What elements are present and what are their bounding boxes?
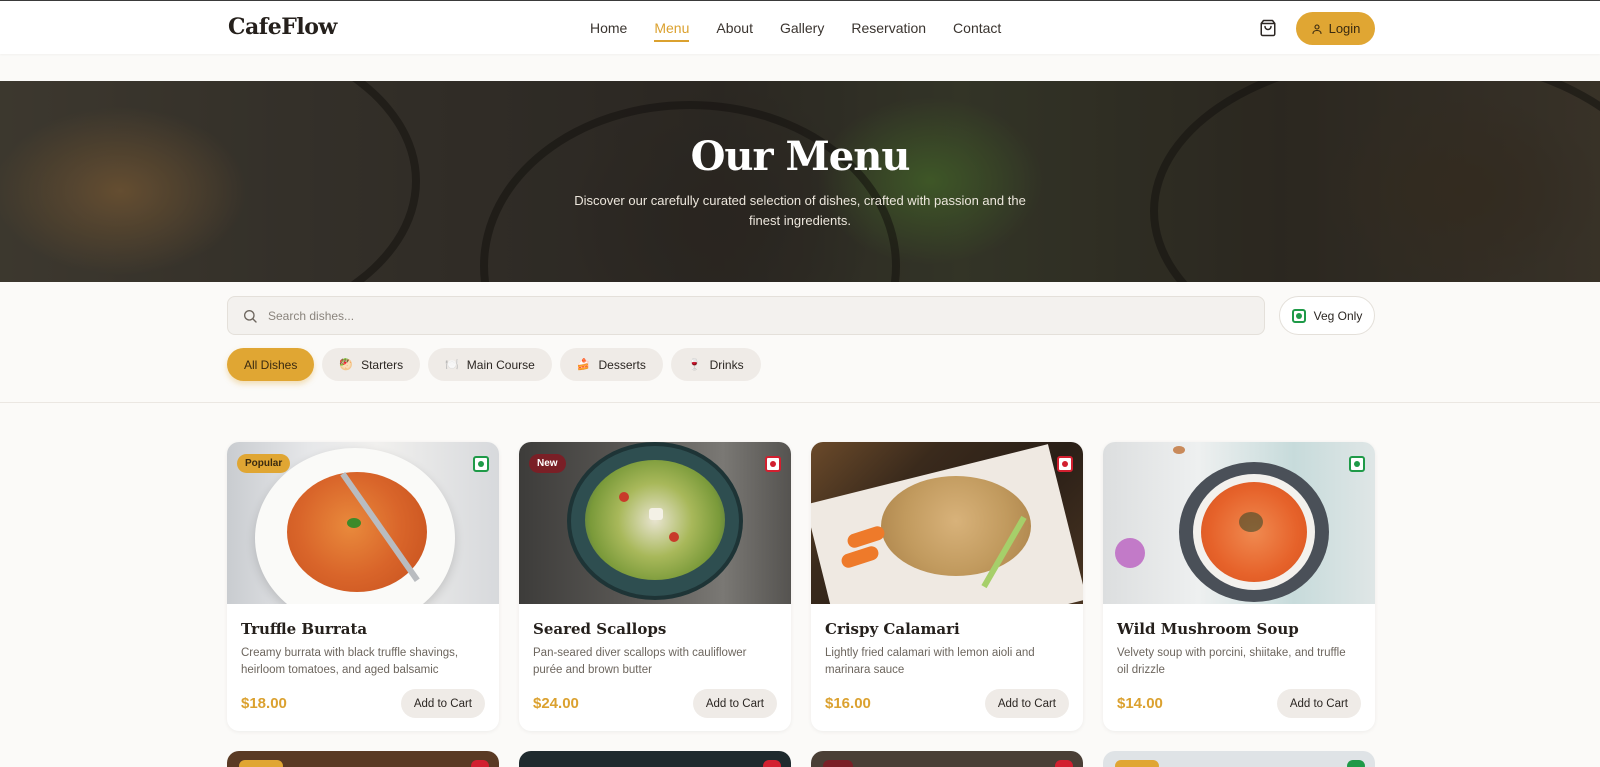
popular-badge: Popular <box>237 454 291 473</box>
brand-logo[interactable]: CafeFlow <box>228 14 337 40</box>
dish-description: Creamy burrata with black truffle shavin… <box>241 647 459 676</box>
page-subtitle: Discover our carefully curated selection… <box>574 193 1026 228</box>
category-label: Desserts <box>598 357 646 372</box>
veg-marker-icon <box>473 456 489 472</box>
dish-description: Pan-seared diver scallops with cauliflow… <box>533 647 747 676</box>
category-label: All Dishes <box>244 357 298 372</box>
category-desserts[interactable]: 🍰 Desserts <box>559 348 663 381</box>
dish-card[interactable]: Wild Mushroom Soup Velvety soup with por… <box>1103 442 1375 731</box>
desserts-icon: 🍰 <box>576 359 591 371</box>
category-label: Starters <box>361 357 404 372</box>
dish-card[interactable]: Crispy Calamari Lightly fried calamari w… <box>811 442 1083 731</box>
dish-image: New <box>519 442 791 604</box>
non-veg-marker-icon <box>1057 456 1073 472</box>
nav-reservation[interactable]: Reservation <box>851 20 926 42</box>
nav-menu[interactable]: Menu <box>654 20 690 42</box>
login-button[interactable]: Login <box>1296 12 1375 45</box>
nav-contact[interactable]: Contact <box>953 20 1001 42</box>
menu-grid: Popular Truffle Burrata Creamy burrata w… <box>227 442 1375 731</box>
menu-grid-next-row <box>227 751 1375 767</box>
add-to-cart-button[interactable]: Add to Cart <box>692 689 777 718</box>
dish-card-peek <box>227 751 499 767</box>
nav-about[interactable]: About <box>716 20 753 42</box>
main-nav: Home Menu About Gallery Reservation Cont… <box>590 20 1001 42</box>
category-starters[interactable]: 🥙 Starters <box>322 348 421 381</box>
new-badge: New <box>529 454 566 473</box>
dish-name: Crispy Calamari <box>825 620 960 638</box>
add-to-cart-button[interactable]: Add to Cart <box>984 689 1069 718</box>
search-icon <box>244 309 257 323</box>
nav-gallery[interactable]: Gallery <box>780 20 824 42</box>
starters-icon: 🥙 <box>339 359 354 371</box>
drinks-icon: 🍷 <box>687 359 702 371</box>
plate-decoration <box>1150 81 1600 282</box>
top-navbar: CafeFlow Home Menu About Gallery Reserva… <box>0 0 1600 54</box>
category-drinks[interactable]: 🍷 Drinks <box>670 348 761 381</box>
category-main-course[interactable]: 🍽️ Main Course <box>428 348 552 381</box>
add-to-cart-button[interactable]: Add to Cart <box>1276 689 1361 718</box>
dish-description: Lightly fried calamari with lemon aioli … <box>825 647 1035 676</box>
search-input[interactable] <box>268 308 1168 323</box>
dish-image: Popular <box>227 442 499 604</box>
dish-price: $24.00 <box>533 695 579 712</box>
add-to-cart-button[interactable]: Add to Cart <box>400 689 485 718</box>
main-course-icon: 🍽️ <box>445 359 459 371</box>
dish-image <box>811 442 1083 604</box>
dish-description: Velvety soup with porcini, shiitake, and… <box>1117 647 1346 676</box>
veg-indicator-icon <box>1291 308 1306 323</box>
dish-card[interactable]: Popular Truffle Burrata Creamy burrata w… <box>227 442 499 731</box>
shopping-bag-icon[interactable] <box>1259 19 1277 37</box>
plate-decoration <box>0 81 420 282</box>
user-icon <box>1312 23 1322 34</box>
nav-home[interactable]: Home <box>590 20 627 42</box>
page-title: Our Menu <box>690 133 911 180</box>
veg-only-toggle[interactable]: Veg Only <box>1279 296 1375 335</box>
dish-card-peek <box>1103 751 1375 767</box>
category-label: Main Course <box>466 357 535 372</box>
section-divider <box>0 402 1600 403</box>
category-label: Drinks <box>709 357 744 372</box>
category-all-dishes[interactable]: All Dishes <box>227 348 315 381</box>
non-veg-marker-icon <box>765 456 781 472</box>
search-bar <box>227 296 1265 335</box>
dish-card-peek <box>519 751 791 767</box>
dish-name: Seared Scallops <box>533 620 667 638</box>
hero-banner: Our Menu Discover our carefully curated … <box>0 81 1600 282</box>
dish-price: $14.00 <box>1117 695 1163 712</box>
veg-only-label: Veg Only <box>1313 308 1363 323</box>
dish-name: Truffle Burrata <box>241 620 368 638</box>
veg-marker-icon <box>1349 456 1365 472</box>
dish-price: $18.00 <box>241 695 287 712</box>
category-filter: All Dishes 🥙 Starters 🍽️ Main Course 🍰 D… <box>227 348 761 381</box>
dish-card[interactable]: New Seared Scallops Pan-seared diver sca… <box>519 442 791 731</box>
dish-image <box>1103 442 1375 604</box>
dish-price: $16.00 <box>825 695 871 712</box>
login-label: Login <box>1328 21 1361 36</box>
dish-card-peek <box>811 751 1083 767</box>
dish-name: Wild Mushroom Soup <box>1117 620 1299 638</box>
